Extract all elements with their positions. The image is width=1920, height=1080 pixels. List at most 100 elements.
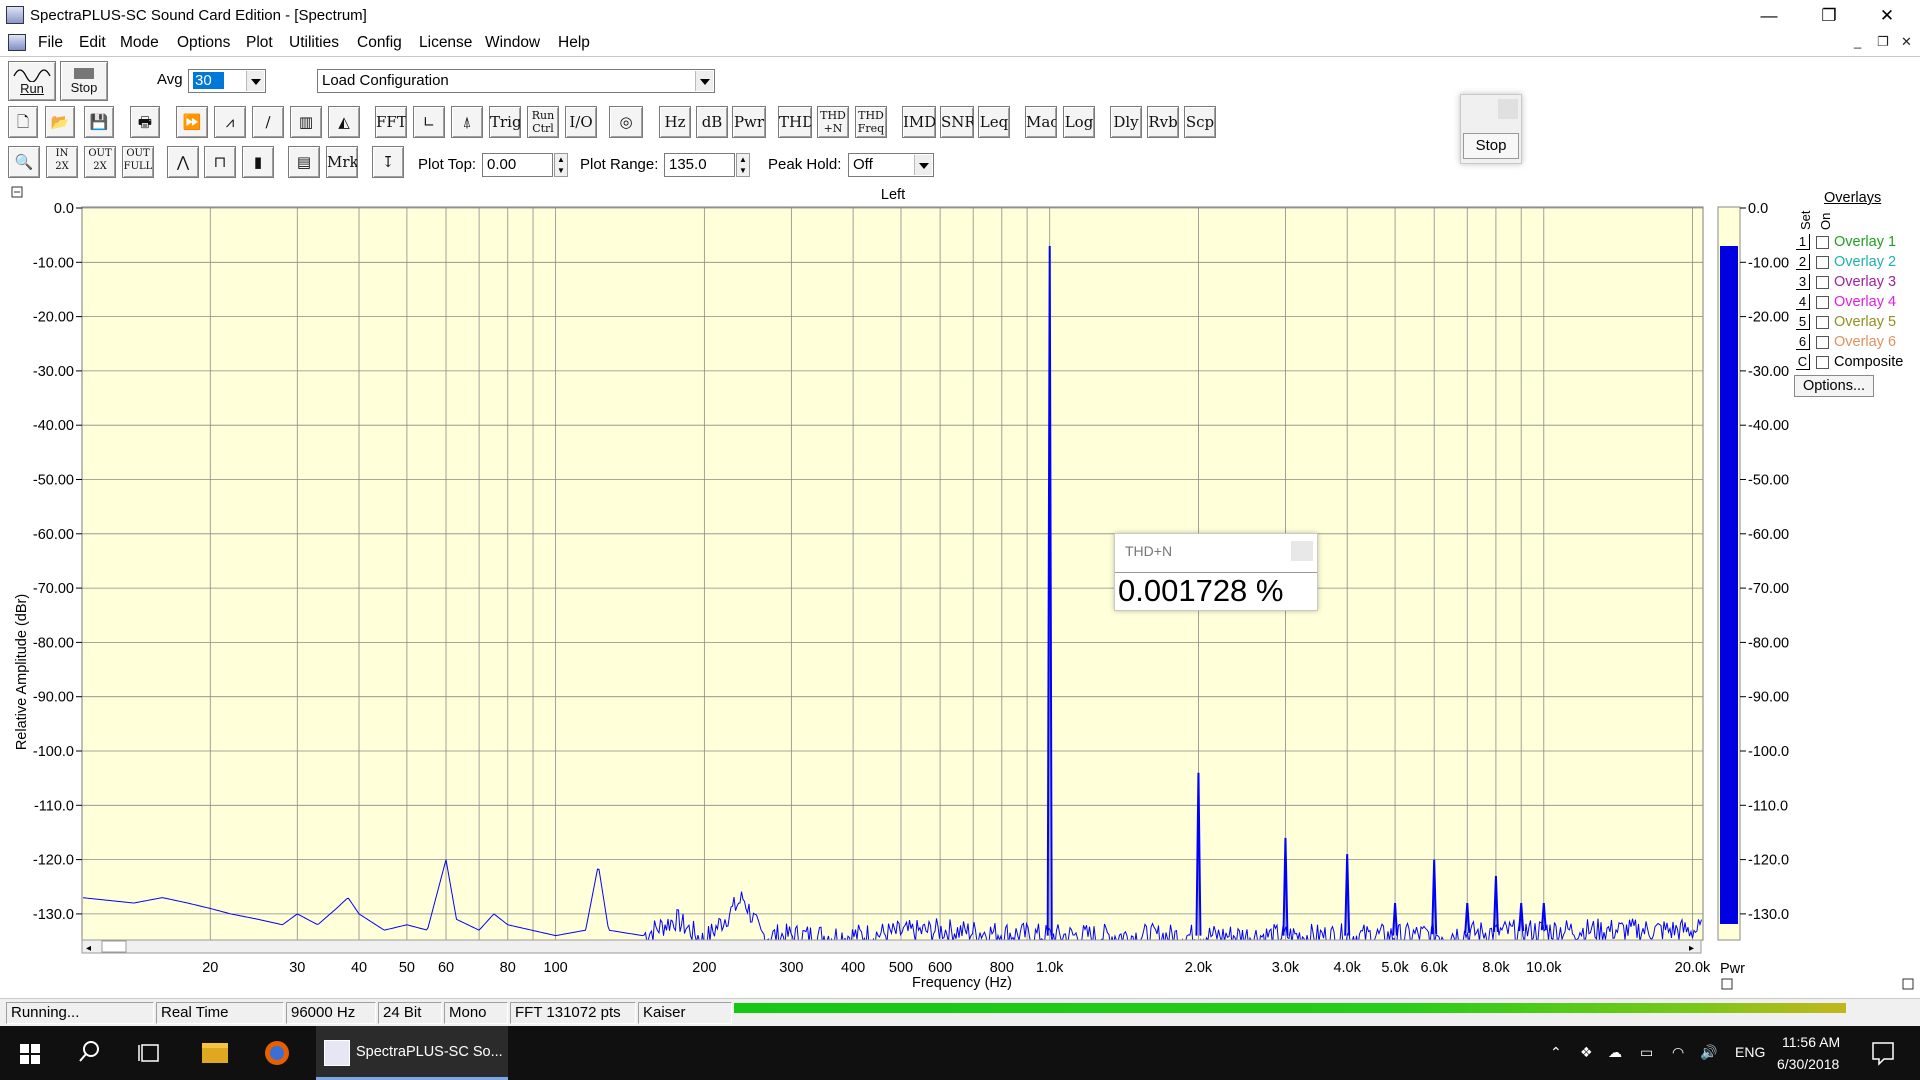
overlay-row[interactable]: 5 Overlay 5 (1790, 314, 1920, 332)
zoom-out-full-icon[interactable]: OUT FULL (122, 146, 154, 178)
menu-mode[interactable]: Mode (120, 34, 159, 52)
table-icon[interactable]: ▤ (288, 146, 320, 178)
menu-help[interactable]: Help (558, 34, 590, 52)
zoom-icon[interactable]: 🔍 (8, 146, 40, 178)
chevron-down-icon[interactable] (246, 71, 264, 91)
overlay-row[interactable]: 2 Overlay 2 (1790, 254, 1920, 272)
mdi-minimize-button[interactable]: _ (1854, 34, 1861, 49)
overlay-row[interactable]: 1 Overlay 1 (1790, 234, 1920, 252)
step-plot-icon[interactable]: ⊓ (204, 146, 236, 178)
menu-utilities[interactable]: Utilities (289, 34, 339, 52)
dropbox-icon[interactable]: ❖ (1580, 1044, 1593, 1061)
overlay-checkbox[interactable] (1816, 276, 1829, 289)
firefox-icon[interactable] (262, 1026, 292, 1080)
collapse-box-bottom[interactable] (1902, 978, 1914, 990)
overlay-set-number[interactable]: 5 (1796, 314, 1810, 330)
db-button[interactable]: dB (696, 106, 728, 138)
run-ctrl-button[interactable]: Run Ctrl (527, 106, 559, 138)
file-explorer-icon[interactable] (200, 1026, 230, 1080)
config-select[interactable]: Load Configuration (317, 69, 715, 93)
scroll-right-icon[interactable]: ▸ (1689, 943, 1694, 954)
3d-surface-icon[interactable]: ◭ (328, 106, 360, 138)
menu-license[interactable]: License (419, 34, 472, 52)
thdn-readout-window[interactable]: THD+N 0.001728 % (1114, 533, 1318, 611)
leq-button[interactable]: Leq (978, 106, 1010, 138)
zoom-in-2x-icon[interactable]: IN 2X (46, 146, 78, 178)
plot-range-input[interactable]: 135.0 (664, 153, 735, 177)
plot-top-spinner[interactable]: ▲ ▼ (554, 153, 568, 177)
weighting-icon[interactable]: ⍋ (451, 106, 483, 138)
overlay-checkbox[interactable] (1816, 316, 1829, 329)
plot-range-spinner[interactable]: ▲ ▼ (736, 153, 750, 177)
overlay-set-number[interactable]: 6 (1796, 334, 1810, 350)
overlay-row[interactable]: 6 Overlay 6 (1790, 334, 1920, 352)
close-icon[interactable] (1291, 541, 1313, 561)
mdi-close-button[interactable]: ✕ (1901, 34, 1912, 50)
dly-button[interactable]: Dly (1110, 106, 1142, 138)
stop-button[interactable]: Stop (60, 61, 108, 101)
overlay-set-number[interactable]: 1 (1796, 234, 1810, 250)
rvb-button[interactable]: Rvb (1147, 106, 1179, 138)
clock-date[interactable]: 6/30/2018 (1777, 1056, 1839, 1072)
windows-start-icon[interactable] (18, 1026, 42, 1080)
minimize-button[interactable]: — (1746, 4, 1792, 28)
menu-file[interactable]: File (38, 34, 63, 52)
menu-config[interactable]: Config (357, 34, 402, 52)
plot-top-input[interactable]: 0.00 (482, 153, 553, 177)
input-language[interactable]: ENG (1735, 1044, 1765, 1060)
horizontal-scrollbar[interactable] (81, 939, 1702, 954)
task-view-icon[interactable] (137, 1026, 163, 1080)
menu-window[interactable]: Window (485, 34, 540, 52)
save-icon[interactable]: 💾 (84, 106, 114, 138)
overlay-set-number[interactable]: 2 (1796, 254, 1810, 270)
battery-icon[interactable]: ▭ (1640, 1044, 1653, 1061)
overlay-checkbox[interactable] (1816, 256, 1829, 269)
open-folder-icon[interactable]: 📂 (45, 106, 75, 138)
io-button[interactable]: I/O (565, 106, 597, 138)
bar-plot-icon[interactable]: ▮ (242, 146, 274, 178)
avg-select[interactable]: 30 (188, 69, 266, 93)
trig-button[interactable]: Trig (489, 106, 521, 138)
floating-stop-button[interactable]: Stop (1463, 133, 1519, 159)
time-series-icon[interactable]: ∕ (252, 106, 284, 138)
action-center-icon[interactable] (1870, 1026, 1896, 1080)
document-icon[interactable] (8, 34, 26, 51)
menu-edit[interactable]: Edit (79, 34, 106, 52)
log-button[interactable]: Log (1063, 106, 1095, 138)
overlay-checkbox[interactable] (1816, 336, 1829, 349)
thd-button[interactable]: THD (778, 106, 812, 138)
scroll-thumb[interactable] (101, 940, 127, 953)
overlay-row[interactable]: 3 Overlay 3 (1790, 274, 1920, 292)
restore-button[interactable]: ❐ (1806, 4, 1852, 28)
mdi-restore-button[interactable]: ❐ (1877, 34, 1889, 50)
search-icon[interactable] (78, 1026, 102, 1080)
overlay-set-number[interactable]: 4 (1796, 294, 1810, 310)
volume-icon[interactable]: 🔊 (1700, 1044, 1717, 1061)
overlay-set-number[interactable]: C (1796, 354, 1810, 370)
range-icon[interactable]: ↧ (372, 146, 404, 178)
mac-button[interactable]: Mac (1025, 106, 1057, 138)
menu-plot[interactable]: Plot (246, 34, 273, 52)
snr-button[interactable]: SNR (940, 106, 974, 138)
chevron-down-icon[interactable] (914, 155, 932, 175)
show-hidden-icons-icon[interactable]: ⌃ (1550, 1044, 1562, 1061)
overlay-checkbox[interactable] (1816, 356, 1829, 369)
scroll-left-icon[interactable]: ◂ (86, 943, 91, 954)
print-icon[interactable]: 🖶 (130, 106, 160, 138)
thdn-button[interactable]: THD +N (817, 106, 849, 138)
peak-hold-select[interactable]: Off (848, 153, 934, 177)
axis-icon[interactable]: ∟ (413, 106, 445, 138)
marker-button[interactable]: Mrk (326, 146, 358, 178)
scp-button[interactable]: Scp (1184, 106, 1216, 138)
overlay-set-number[interactable]: 3 (1796, 274, 1810, 290)
close-button[interactable]: ✕ (1864, 4, 1910, 28)
line-plot-icon[interactable]: ⋀ (167, 146, 199, 178)
thd-freq-button[interactable]: THD Freq (855, 106, 887, 138)
fast-forward-icon[interactable]: ⏩ (176, 106, 208, 138)
collapse-box-pwr[interactable] (1721, 978, 1733, 990)
zoom-out-2x-icon[interactable]: OUT 2X (84, 146, 116, 178)
overlay-row[interactable]: C Composite (1790, 354, 1920, 372)
hz-button[interactable]: Hz (659, 106, 691, 138)
overlay-checkbox[interactable] (1816, 296, 1829, 309)
run-button[interactable]: Run (8, 61, 56, 101)
